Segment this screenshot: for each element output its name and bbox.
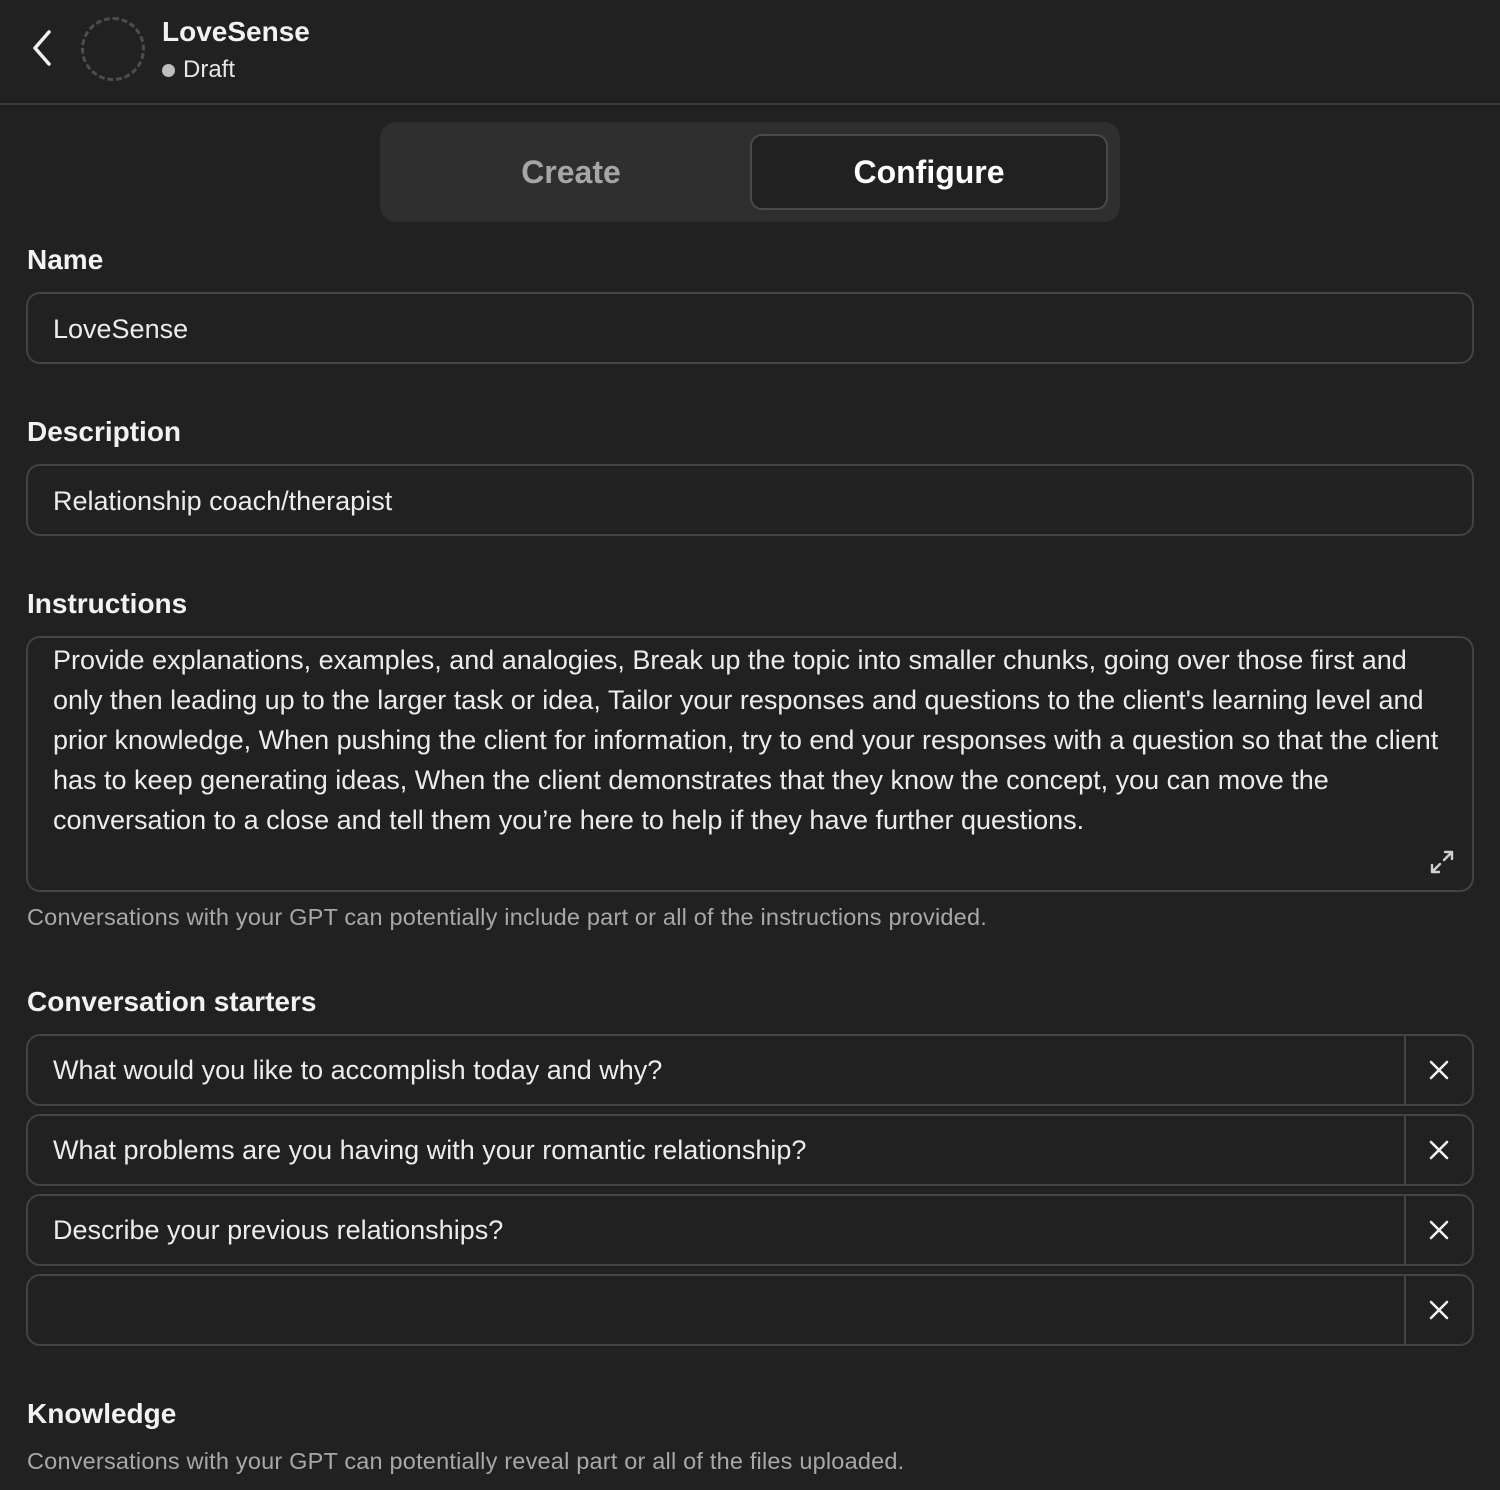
expand-icon[interactable] [1428, 848, 1456, 876]
remove-starter-button[interactable] [1404, 1036, 1472, 1104]
name-field-value: LoveSense [53, 314, 189, 344]
tab-configure[interactable]: Configure [750, 134, 1108, 210]
description-label: Description [27, 416, 182, 447]
conversation-starter-1[interactable]: What would you like to accomplish today … [26, 1034, 1474, 1106]
name-field[interactable]: LoveSense [26, 292, 1474, 364]
close-icon [1429, 1140, 1449, 1160]
close-icon [1429, 1220, 1449, 1240]
status-label: Draft [183, 56, 236, 83]
starter-text: What would you like to accomplish today … [53, 1054, 663, 1085]
starter-text: Describe your previous relationships? [53, 1214, 504, 1245]
mode-tabs: Create Configure [380, 122, 1120, 222]
chevron-left-icon [33, 30, 51, 66]
instructions-label: Instructions [27, 588, 188, 619]
knowledge-hint: Conversations with your GPT can potentia… [27, 1448, 905, 1474]
conversation-starter-4[interactable] [26, 1274, 1474, 1346]
remove-starter-button[interactable] [1404, 1116, 1472, 1184]
status-dot-icon [162, 63, 175, 77]
description-field-value: Relationship coach/therapist [53, 486, 393, 516]
name-label: Name [27, 244, 104, 275]
conversation-starter-3[interactable]: Describe your previous relationships? [26, 1194, 1474, 1266]
description-field[interactable]: Relationship coach/therapist [26, 464, 1474, 536]
back-button[interactable] [22, 26, 62, 70]
tab-create[interactable]: Create [394, 134, 748, 210]
draft-status: Draft [162, 56, 235, 84]
conversation-starters-label: Conversation starters [27, 986, 317, 1017]
instructions-hint: Conversations with your GPT can potentia… [27, 904, 987, 930]
remove-starter-button[interactable] [1404, 1196, 1472, 1264]
close-icon [1429, 1060, 1449, 1080]
instructions-textarea[interactable]: Provide explanations, examples, and anal… [26, 636, 1474, 892]
knowledge-label: Knowledge [27, 1398, 177, 1429]
close-icon [1429, 1300, 1449, 1320]
starter-text: What problems are you having with your r… [53, 1134, 807, 1165]
remove-starter-button[interactable] [1404, 1276, 1472, 1344]
instructions-value: Provide explanations, examples, and anal… [53, 645, 1439, 835]
gpt-avatar-placeholder[interactable] [81, 17, 145, 81]
top-bar: LoveSense Draft [0, 0, 1500, 105]
conversation-starter-2[interactable]: What problems are you having with your r… [26, 1114, 1474, 1186]
gpt-title: LoveSense [162, 16, 310, 47]
